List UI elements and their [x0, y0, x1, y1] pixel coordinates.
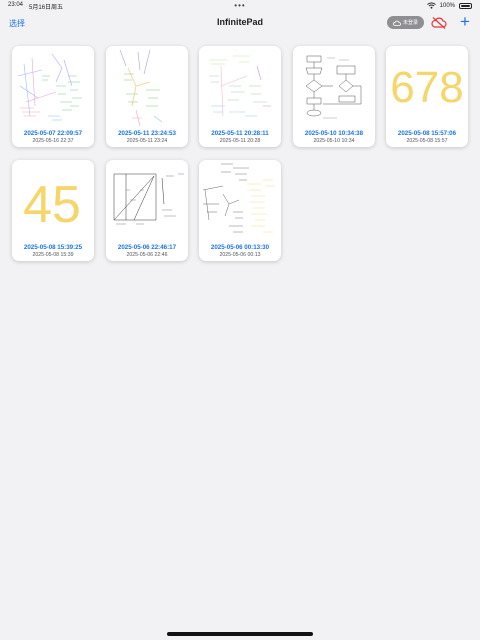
note-card[interactable]: 2025-05-06 22:46:17 2025-05-06 22:46 — [106, 160, 188, 261]
note-card[interactable]: 2025-05-11 23:24:53 2025-05-11 23:24 — [106, 46, 188, 147]
note-modified-date: 2025-05-08 15:57 — [406, 138, 448, 144]
note-thumbnail — [113, 173, 184, 225]
note-title: 2025-05-11 20:28:11 — [211, 130, 269, 137]
cloud-off-icon — [431, 17, 447, 29]
note-modified-date: 2025-05-16 22:37 — [32, 138, 74, 144]
note-title: 2025-05-08 15:39:25 — [23, 244, 83, 251]
note-title: 2025-05-06 00:13:30 — [210, 244, 270, 251]
note-modified-date: 2025-05-06 22:46 — [126, 252, 168, 258]
note-thumbnail — [202, 163, 275, 233]
note-modified-date: 2025-05-06 00:13 — [219, 252, 261, 258]
home-indicator[interactable] — [167, 632, 313, 636]
note-card[interactable]: 2025-05-07 22:09:57 2025-05-16 22:37 — [12, 46, 94, 147]
note-modified-date: 2025-05-11 20:28 — [219, 138, 261, 144]
navigation-bar: 选择 InfinitePad 未登录 + — [0, 12, 480, 34]
sync-status-button[interactable]: 未登录 — [387, 16, 424, 29]
note-thumbnail — [17, 53, 82, 121]
status-date: 5月16日周五 — [29, 5, 64, 11]
status-bar: 23:04 5月16日周五 ••• 100% — [0, 0, 480, 12]
cloud-icon — [393, 20, 401, 26]
note-modified-date: 2025-05-11 23:24 — [126, 138, 168, 144]
note-card[interactable]: 2025-05-11 20:28:11 2025-05-11 20:28 — [199, 46, 281, 147]
note-title: 2025-05-07 22:09:57 — [23, 130, 83, 137]
note-card[interactable]: 45 2025-05-08 15:39:25 2025-05-08 15:39 — [12, 160, 94, 261]
battery-percent: 100% — [439, 2, 455, 9]
sync-status-label: 未登录 — [402, 20, 418, 26]
page-title: InfinitePad — [216, 17, 264, 27]
cloud-sync-button[interactable] — [431, 16, 447, 30]
add-note-button[interactable]: + — [457, 13, 473, 30]
note-thumbnail — [305, 55, 362, 119]
note-title: 2025-05-06 22:46:17 — [117, 244, 177, 251]
note-modified-date: 2025-05-10 10:34 — [313, 138, 355, 144]
wifi-icon — [426, 2, 436, 9]
note-title: 2025-05-10 10:34:38 — [304, 130, 364, 137]
note-title: 2025-05-08 15:57:06 — [397, 130, 457, 137]
note-card[interactable]: 2025-05-06 00:13:30 2025-05-06 00:13 — [199, 160, 281, 261]
note-thumbnail: 678 — [390, 63, 463, 112]
battery-icon — [459, 2, 472, 9]
note-modified-date: 2025-05-08 15:39 — [32, 252, 74, 258]
note-card[interactable]: 678 2025-05-08 15:57:06 2025-05-08 15:57 — [386, 46, 468, 147]
note-thumbnail — [209, 55, 271, 117]
status-time: 23:04 — [8, 2, 24, 8]
select-button[interactable]: 选择 — [9, 18, 25, 29]
note-title: 2025-05-11 23:24:53 — [118, 130, 176, 137]
handwritten-number: 45 — [23, 176, 81, 234]
handwritten-number: 678 — [390, 63, 463, 112]
note-card[interactable]: 2025-05-10 10:34:38 2025-05-10 10:34 — [293, 46, 375, 147]
note-thumbnail: 45 — [23, 176, 81, 234]
multitasking-dots[interactable]: ••• — [234, 1, 245, 10]
note-thumbnail — [119, 49, 163, 127]
